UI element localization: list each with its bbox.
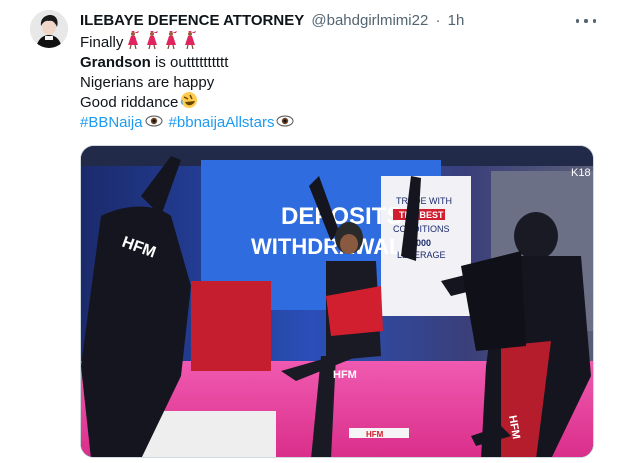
stage-photo: DEPOSITS WITHDRAWALS TRADE WITH THE BEST…: [81, 146, 593, 457]
text-line-1: Finally: [80, 27, 294, 55]
dancer-emoji-icon: [125, 27, 207, 55]
eye-icon: [276, 113, 294, 133]
avatar-image: [30, 10, 68, 48]
hashtag-bbnaija[interactable]: #BBNaija: [80, 113, 143, 133]
shirt-logo-center: HFM: [333, 369, 357, 381]
line-1-text: Finally: [80, 34, 124, 51]
line-3-text: Nigerians are happy: [80, 74, 215, 91]
rolling-laughing-emoji-icon: [180, 91, 198, 115]
separator-dot: ·: [435, 12, 441, 29]
avatar[interactable]: [30, 10, 68, 48]
text-line-2: Grandson is outttttttttt: [80, 53, 294, 73]
line-4-text: Good riddance: [80, 94, 179, 111]
banner-text-3: CONDITIONS: [393, 224, 450, 234]
text-line-4: Good riddance: [80, 91, 294, 115]
author-handle[interactable]: @bahdgirlmimi22: [311, 12, 428, 29]
line-2-text: is outttttttttt: [150, 54, 229, 71]
more-options-icon[interactable]: [576, 12, 596, 30]
banner-text-1: TRADE WITH: [396, 196, 452, 206]
hashtag-line: #BBNaija #bbnaijaAllstars: [80, 113, 294, 133]
tweet-media-image[interactable]: DEPOSITS WITHDRAWALS TRADE WITH THE BEST…: [80, 145, 594, 458]
corner-tag: K18: [571, 167, 591, 179]
author-name[interactable]: ILEBAYE DEFENCE ATTORNEY: [80, 12, 304, 29]
timestamp[interactable]: 1h: [448, 12, 465, 29]
tweet[interactable]: ILEBAYE DEFENCE ATTORNEY @bahdgirlmimi22…: [0, 0, 620, 463]
text-line-3: Nigerians are happy: [80, 73, 294, 93]
tweet-text: Finally Grandson is outttttttttt Nigeria: [80, 27, 294, 133]
sign-text-withdrawals: WITHDRAWALS: [251, 234, 417, 259]
hashtag-bbnaijaallstars[interactable]: #bbnaijaAllstars: [169, 113, 275, 133]
eye-icon: [145, 113, 163, 133]
tweet-header: ILEBAYE DEFENCE ATTORNEY @bahdgirlmimi22…: [80, 11, 464, 31]
floor-logo: HFM: [366, 430, 384, 439]
bold-word: Grandson: [80, 54, 151, 71]
